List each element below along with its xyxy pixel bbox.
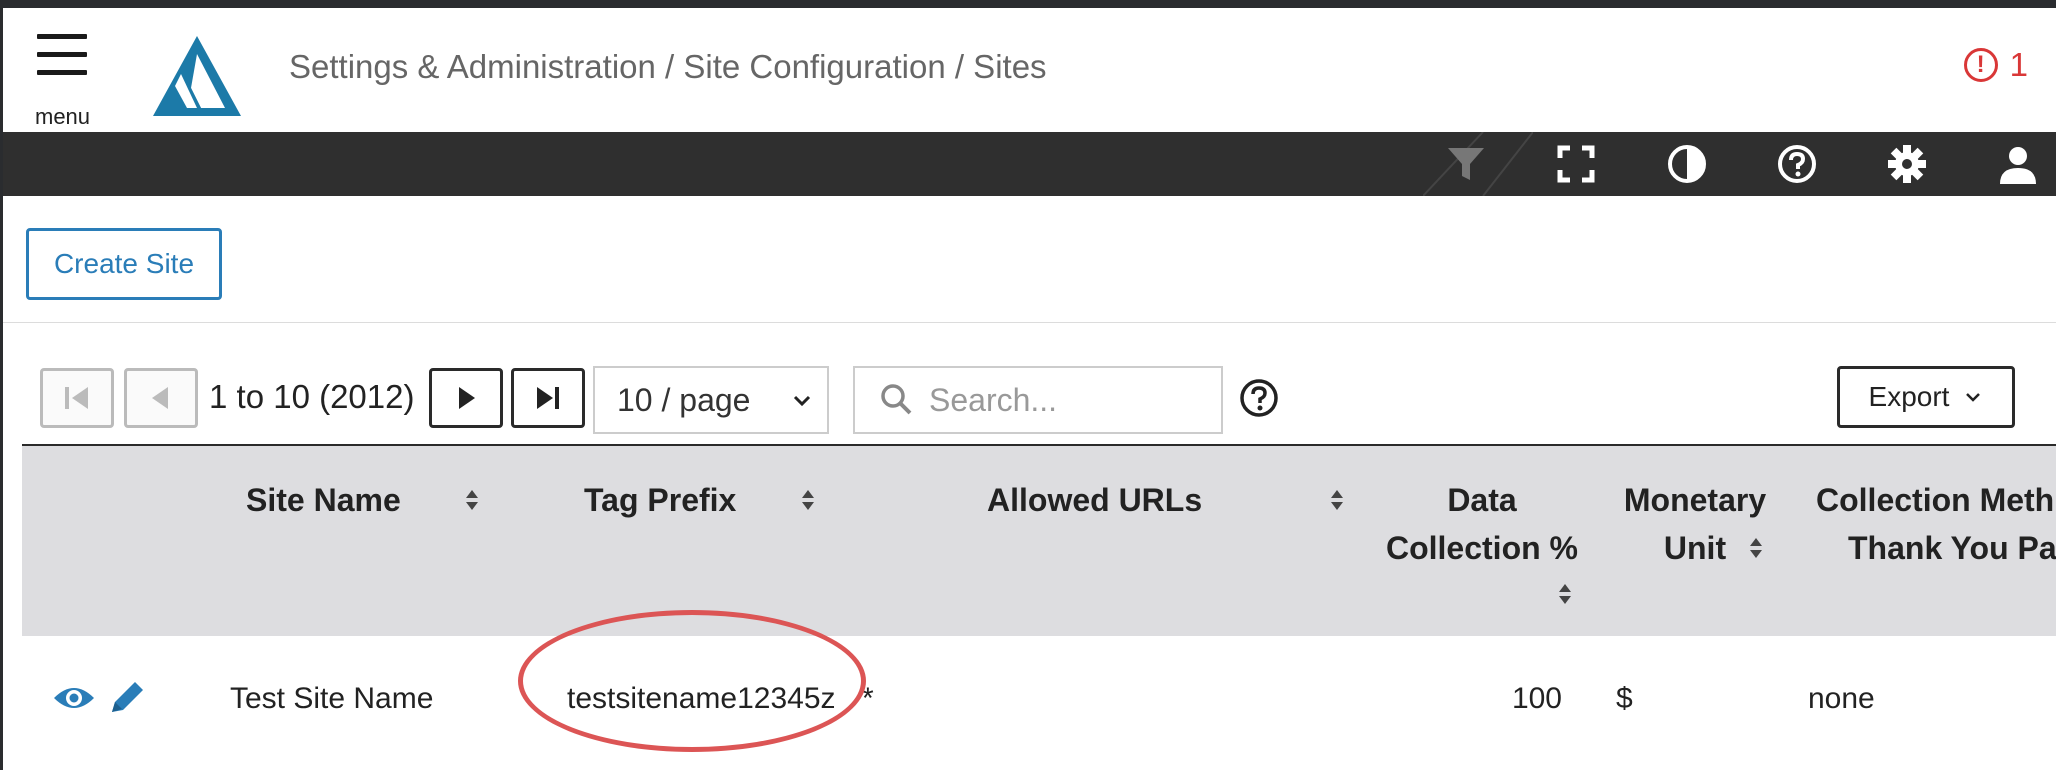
cell-data-collection: 100 bbox=[1511, 682, 1562, 715]
gear-icon[interactable] bbox=[1885, 142, 1929, 186]
cell-collection-method: none bbox=[1808, 682, 1875, 715]
page-size-value: 10 / page bbox=[617, 381, 751, 418]
last-page-button[interactable] bbox=[511, 368, 585, 428]
next-page-button[interactable] bbox=[429, 368, 503, 428]
alert-indicator[interactable]: ! 1 bbox=[1963, 46, 2028, 84]
app-logo[interactable] bbox=[151, 34, 243, 118]
column-header-collection-line1: Collection Meth bbox=[1816, 482, 2055, 518]
actions-bar: Create Site bbox=[3, 196, 2056, 323]
sort-icon[interactable] bbox=[465, 488, 479, 512]
column-header-tag-prefix[interactable]: Tag Prefix bbox=[584, 476, 736, 524]
column-header-collection-method[interactable]: Collection Meth Thank You Pa bbox=[1816, 476, 2056, 572]
contrast-icon[interactable] bbox=[1665, 142, 1709, 186]
app-window: menu Settings & Administration / Site Co… bbox=[3, 8, 2056, 770]
previous-page-button[interactable] bbox=[124, 368, 198, 428]
cell-site-name: Test Site Name bbox=[230, 682, 434, 715]
column-header-data-collection-line1: Data bbox=[1447, 482, 1517, 518]
search-box bbox=[853, 366, 1223, 434]
menu-button[interactable]: menu bbox=[31, 34, 93, 134]
column-header-site-name[interactable]: Site Name bbox=[246, 476, 401, 524]
sort-icon[interactable] bbox=[1558, 582, 1572, 606]
first-page-button[interactable] bbox=[40, 368, 114, 428]
chevron-down-icon bbox=[793, 395, 811, 407]
create-site-button[interactable]: Create Site bbox=[26, 228, 222, 300]
search-input[interactable] bbox=[927, 380, 1191, 420]
page-size-select[interactable]: 10 / page bbox=[593, 366, 829, 434]
pagination-range: 1 to 10 (2012) bbox=[209, 378, 415, 415]
export-button[interactable]: Export bbox=[1837, 366, 2015, 428]
last-page-icon bbox=[537, 387, 559, 409]
cell-monetary-unit: $ bbox=[1616, 682, 1633, 715]
filter-icon[interactable] bbox=[1444, 142, 1488, 186]
column-header-collection-line2: Thank You Pa bbox=[1848, 530, 2056, 566]
top-header: menu Settings & Administration / Site Co… bbox=[3, 8, 2056, 132]
help-icon[interactable] bbox=[1775, 142, 1819, 186]
export-label: Export bbox=[1868, 381, 1950, 412]
menu-label: menu bbox=[35, 104, 91, 129]
menu-bar-icon bbox=[37, 52, 87, 57]
pagination-bar: 1 to 10 (2012) 10 / page Search... Expor… bbox=[3, 358, 2056, 434]
menu-bar-icon bbox=[37, 70, 87, 75]
toolbar bbox=[3, 132, 2056, 196]
table-header: Site Name Tag Prefix Allowed URLs Data C… bbox=[22, 444, 2056, 636]
view-eye-icon[interactable] bbox=[52, 680, 96, 716]
column-header-data-collection[interactable]: Data Collection % bbox=[1382, 476, 1582, 572]
user-icon[interactable] bbox=[1996, 142, 2040, 186]
cell-allowed-urls: * bbox=[862, 682, 874, 715]
column-header-monetary-line1: Monetary bbox=[1623, 482, 1767, 518]
sort-icon[interactable] bbox=[1330, 488, 1344, 512]
column-header-allowed-urls[interactable]: Allowed URLs bbox=[987, 476, 1202, 524]
alert-count: 1 bbox=[2009, 46, 2028, 83]
sort-icon[interactable] bbox=[1749, 536, 1763, 560]
breadcrumb: Settings & Administration / Site Configu… bbox=[289, 48, 1047, 85]
table-row[interactable]: Test Site Name testsitename12345z * 100 … bbox=[22, 636, 2056, 770]
column-header-data-collection-line2: Collection % bbox=[1385, 530, 1578, 566]
edit-pencil-icon[interactable] bbox=[106, 680, 150, 716]
search-icon bbox=[881, 384, 912, 415]
search-help-icon[interactable] bbox=[1239, 378, 1279, 418]
cell-tag-prefix: testsitename12345z bbox=[567, 682, 836, 715]
fullscreen-icon[interactable] bbox=[1554, 142, 1598, 186]
previous-page-icon bbox=[152, 387, 168, 409]
sort-icon[interactable] bbox=[801, 488, 815, 512]
first-page-icon bbox=[65, 387, 88, 409]
chevron-down-icon bbox=[1966, 393, 1981, 402]
menu-bar-icon bbox=[37, 34, 87, 39]
exclamation-circle-icon: ! bbox=[1963, 48, 1998, 82]
next-page-icon bbox=[459, 387, 475, 409]
